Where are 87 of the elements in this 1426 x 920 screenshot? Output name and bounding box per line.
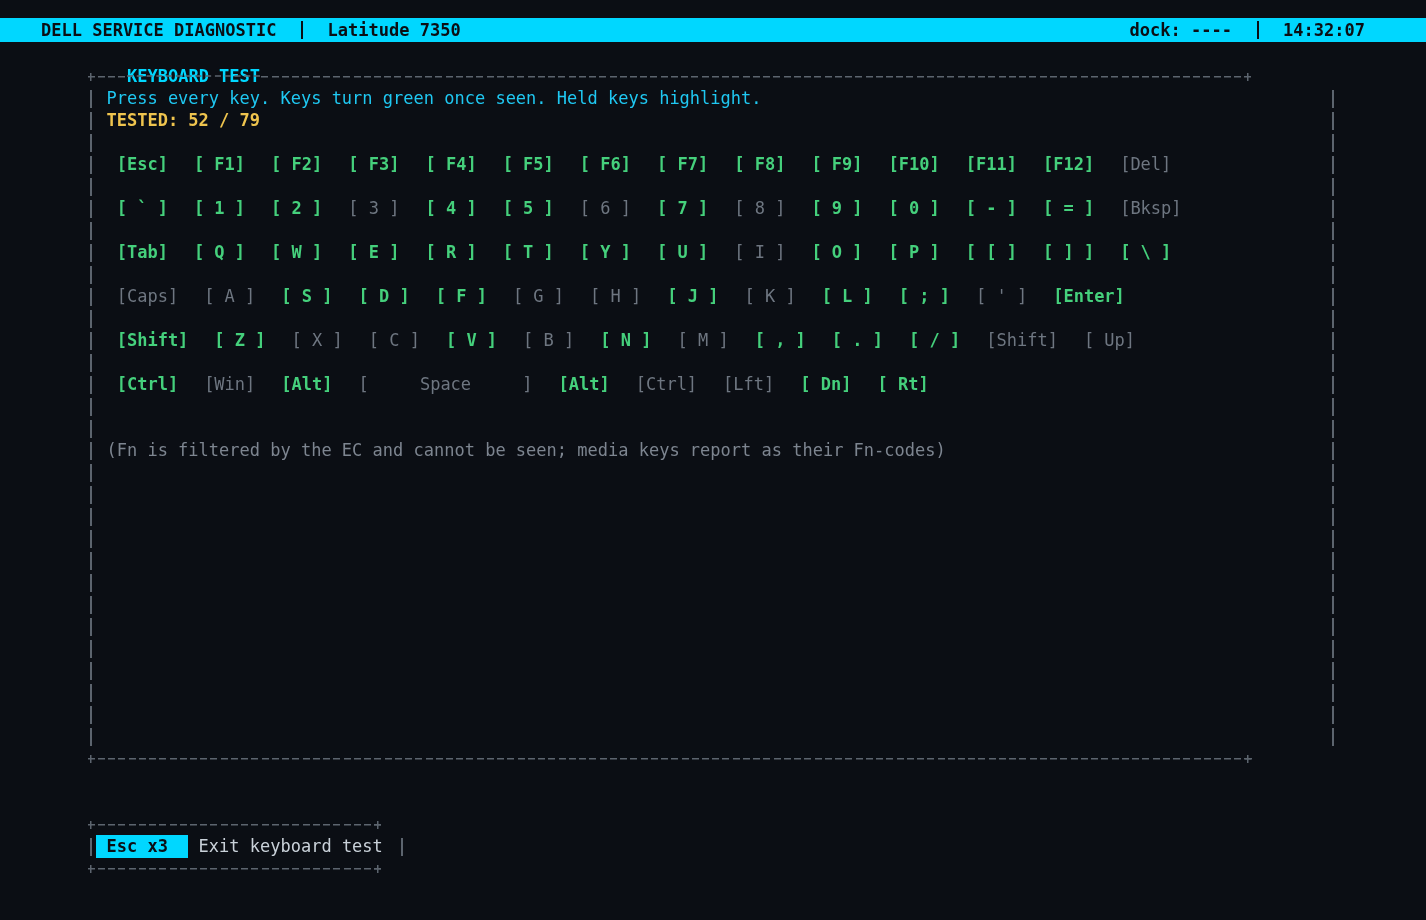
key-label: [ F7]	[657, 153, 709, 175]
key-label: [ 0 ]	[888, 197, 940, 219]
key-label: [ \ ]	[1120, 241, 1172, 263]
key-label: [ V ]	[445, 329, 498, 351]
key-label: [ F4]	[425, 153, 477, 175]
key-label: [Esc]	[116, 153, 168, 175]
key-label: [Ctrl]	[635, 373, 698, 395]
key-label: [ H ]	[590, 285, 642, 307]
app-title: DELL SERVICE DIAGNOSTIC	[41, 19, 277, 41]
key-label: [ W ]	[271, 241, 323, 263]
key-label: [Tab]	[116, 241, 168, 263]
key-label: [ C ]	[368, 329, 420, 351]
key-label: [F12]	[1042, 153, 1095, 175]
key-label: [ 3 ]	[348, 197, 400, 219]
key-label: [Enter]	[1053, 285, 1125, 307]
key-label: [ 7 ]	[657, 197, 709, 219]
key-label: [ [ ]	[965, 241, 1017, 263]
key-label: [F10]	[888, 153, 940, 175]
key-label: [Win]	[204, 373, 256, 395]
key-label: [ F9]	[811, 153, 863, 175]
key-label: [ 1 ]	[193, 197, 246, 219]
key-label: [Alt]	[281, 373, 333, 395]
clock-time: 14:32:07	[1283, 19, 1365, 41]
progress-counter: TESTED: 52 / 79	[106, 109, 260, 131]
key-label: [ B ]	[523, 329, 575, 351]
key-label: [ Q ]	[193, 241, 246, 263]
key-label: [ 5 ]	[502, 197, 554, 219]
key-label: [ I ]	[734, 241, 786, 263]
key-label: [ - ]	[965, 197, 1017, 219]
key-label: [ T ]	[502, 241, 554, 263]
key-label: [ ` ]	[116, 197, 168, 219]
key-label: [ F6]	[579, 153, 631, 175]
key-label: [ F2]	[271, 153, 323, 175]
key-label: [ A ]	[204, 285, 256, 307]
key-label: [ 6 ]	[579, 197, 631, 219]
key-label: [ Rt]	[877, 373, 929, 395]
key-label: [F11]	[965, 153, 1017, 175]
key-label: [ ' ]	[976, 285, 1028, 307]
key-label: [Shift]	[116, 329, 189, 351]
key-label: [ E ]	[348, 241, 400, 263]
key-label: [ X ]	[291, 329, 343, 351]
key-label: [Shift]	[986, 329, 1058, 351]
key-label: [ 2 ]	[271, 197, 323, 219]
key-label: [Del]	[1120, 153, 1172, 175]
key-label: [ S ]	[281, 285, 333, 307]
key-label: [Caps]	[116, 285, 179, 307]
key-label: [ Space ]	[358, 373, 533, 395]
key-label: [ / ]	[909, 329, 961, 351]
key-label: [ K ]	[744, 285, 796, 307]
key-label: [ R ]	[425, 241, 477, 263]
key-label: [ 9 ]	[811, 197, 863, 219]
key-label: [Ctrl]	[116, 373, 179, 395]
key-label: [ F ]	[435, 285, 487, 307]
key-label: [ 4 ]	[425, 197, 477, 219]
key-label: [ ; ]	[898, 285, 950, 307]
key-label: [ ] ]	[1042, 241, 1095, 263]
key-label: [ F5]	[502, 153, 554, 175]
shortcut-key: Esc x3	[96, 834, 189, 858]
key-label: [ 8 ]	[734, 197, 786, 219]
key-label: [ F8]	[734, 153, 786, 175]
key-label: [ F3]	[348, 153, 400, 175]
shortcut-label: Exit keyboard test	[198, 835, 383, 857]
key-label: [ F1]	[193, 153, 246, 175]
key-label: [ N ]	[600, 329, 652, 351]
key-label: [ Dn]	[800, 373, 852, 395]
dock-status: dock: ----	[1129, 19, 1232, 41]
key-label: [Lft]	[723, 373, 775, 395]
key-label: [ Up]	[1083, 329, 1136, 351]
instruction-text: Press every key. Keys turn green once seen. Held keys highlight.	[106, 87, 762, 109]
device-model: Latitude 7350	[327, 19, 461, 41]
key-label: [ L ]	[821, 285, 873, 307]
key-label: [Bksp]	[1120, 197, 1182, 219]
key-label: [ D ]	[358, 285, 410, 307]
key-label: [ M ]	[677, 329, 729, 351]
key-label: [ J ]	[667, 285, 719, 307]
footnote-text: (Fn is filtered by the EC and cannot be seen; media keys report as their Fn-codes)	[106, 439, 946, 461]
key-label: [ Y ]	[579, 241, 631, 263]
panel-title: KEYBOARD TEST	[127, 65, 261, 87]
key-label: [ . ]	[831, 329, 884, 351]
key-label: [ G ]	[512, 285, 565, 307]
key-label: [Alt]	[558, 373, 610, 395]
key-label: [ O ]	[811, 241, 863, 263]
key-label: [ = ]	[1042, 197, 1095, 219]
key-label: [ P ]	[888, 241, 940, 263]
key-label: [ U ]	[657, 241, 709, 263]
key-label: [ Z ]	[214, 329, 266, 351]
key-label: [ , ]	[754, 329, 806, 351]
